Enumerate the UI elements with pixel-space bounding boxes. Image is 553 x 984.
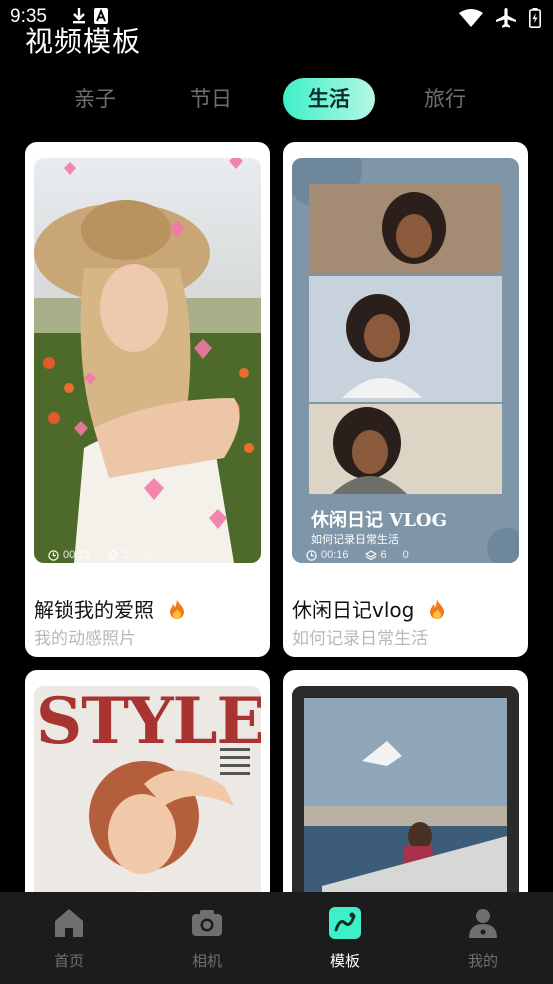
template-duration: 00:16 (306, 549, 349, 561)
nav-label: 首页 (53, 952, 84, 970)
page-title: 视频模板 (25, 25, 142, 58)
nav-label: 模板 (329, 952, 360, 970)
template-subtitle: 如何记录日常生活 (292, 629, 428, 649)
home-icon (55, 909, 83, 937)
thumbnail-photo-vlog-collage (292, 158, 519, 563)
layers-icon (106, 549, 119, 560)
battery-icon (529, 8, 541, 32)
template-title: 休闲日记vlog (292, 594, 446, 624)
template-meta: 00:16 6 0 (306, 549, 409, 561)
nav-item-template[interactable]: 模板 (276, 892, 414, 984)
category-tabs: 亲子 节日 生活 旅行 (0, 78, 553, 120)
thumbnail-overlay-title: STYLE (36, 686, 261, 759)
wifi-icon (459, 9, 483, 31)
flame-icon (428, 599, 446, 624)
template-icon (329, 907, 361, 939)
template-duration: 00:15 (48, 549, 91, 561)
clock-icon (306, 549, 317, 561)
template-count: 0 (144, 549, 151, 561)
tab-life[interactable]: 生活 (283, 78, 375, 120)
template-card[interactable]: STYLE (25, 670, 270, 910)
template-subtitle: 我的动感照片 (34, 629, 136, 649)
template-thumbnail[interactable]: 00:15 2 0 (34, 158, 261, 563)
template-thumbnail[interactable]: STYLE (34, 686, 261, 910)
template-card[interactable] (283, 670, 528, 910)
template-card[interactable]: 00:15 2 0 解锁我的爱照 我的动感照片 (25, 142, 270, 657)
tab-festival[interactable]: 节日 (165, 78, 257, 120)
nav-label: 我的 (467, 952, 498, 970)
nav-item-home[interactable]: 首页 (0, 892, 138, 984)
template-card[interactable]: 休闲日记 VLOG 如何记录日常生活 00:16 6 0 休闲日记vlog 如何… (283, 142, 528, 657)
clock-icon (48, 549, 59, 561)
template-thumbnail[interactable] (292, 686, 519, 910)
tab-parent-child[interactable]: 亲子 (49, 78, 141, 120)
profile-icon (469, 909, 497, 938)
template-layers: 2 (106, 549, 129, 561)
template-layers: 6 (364, 549, 387, 561)
template-thumbnail[interactable]: 休闲日记 VLOG 如何记录日常生活 00:16 6 0 (292, 158, 519, 563)
layers-icon (364, 549, 377, 560)
template-count: 0 (402, 549, 409, 561)
nav-label: 相机 (191, 952, 222, 970)
template-title: 解锁我的爱照 (34, 594, 186, 624)
nav-item-profile[interactable]: 我的 (414, 892, 552, 984)
thumbnail-photo-woman-hat (34, 158, 261, 563)
nav-item-camera[interactable]: 相机 (138, 892, 276, 984)
bottom-navigation: 首页 相机 模板 我的 (0, 892, 553, 984)
thumbnail-overlay-title: 休闲日记 VLOG (311, 510, 447, 531)
airplane-icon (495, 8, 517, 32)
thumbnail-overlay-subtitle: 如何记录日常生活 (311, 533, 399, 546)
thumbnail-photo-seaside (292, 686, 519, 910)
flame-icon (168, 599, 186, 624)
template-meta: 00:15 2 0 (48, 549, 151, 561)
camera-icon (192, 910, 222, 936)
tab-travel[interactable]: 旅行 (399, 78, 491, 120)
status-right-icons (459, 8, 541, 32)
